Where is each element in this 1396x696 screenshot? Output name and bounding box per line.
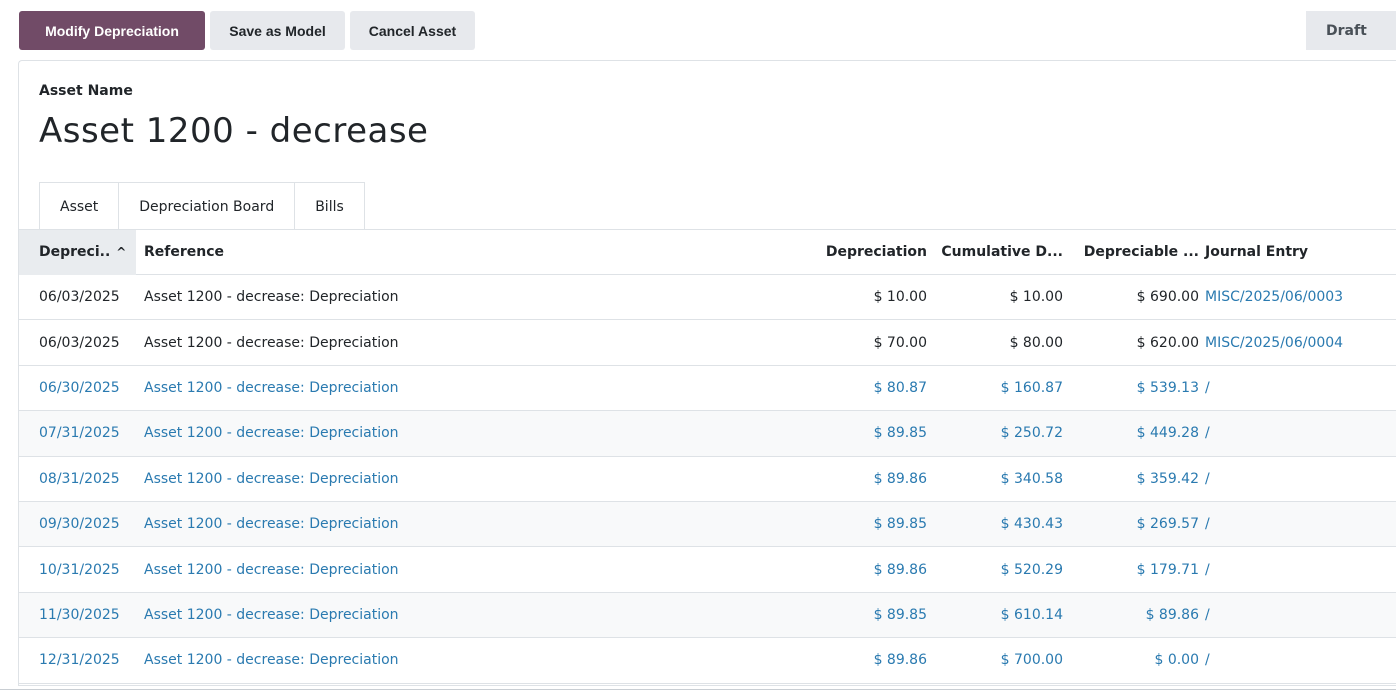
journal-entry-link[interactable]: MISC/2025/06/0004 xyxy=(1199,335,1396,351)
row-depreciation: $ 70.00 xyxy=(873,334,927,351)
table-row[interactable]: 06/30/2025 Asset 1200 - decrease: Deprec… xyxy=(19,366,1396,412)
row-cumulative: $ 430.43 xyxy=(1000,516,1063,533)
table-row[interactable]: 11/30/2025 Asset 1200 - decrease: Deprec… xyxy=(19,592,1396,639)
row-cumulative: $ 80.00 xyxy=(1009,334,1063,351)
row-journal-entry: / xyxy=(1205,516,1210,533)
row-depreciable: $ 539.13 xyxy=(1136,379,1199,396)
row-reference: Asset 1200 - decrease: Depreciation xyxy=(144,652,399,669)
row-journal-entry: / xyxy=(1205,606,1210,623)
table-header: Depreci.. ^ Reference Depreciation Cumul… xyxy=(19,229,1396,275)
row-depreciation: $ 89.85 xyxy=(873,516,927,533)
table-row[interactable]: 09/30/2025 Asset 1200 - decrease: Deprec… xyxy=(19,501,1396,548)
row-cumulative: $ 610.14 xyxy=(1000,606,1063,623)
row-cumulative: $ 700.00 xyxy=(1000,652,1063,669)
row-reference: Asset 1200 - decrease: Depreciation xyxy=(144,425,399,442)
table-row[interactable]: 06/03/2025 Asset 1200 - decrease: Deprec… xyxy=(19,320,1396,366)
column-header-reference[interactable]: Reference xyxy=(136,244,819,260)
asset-name-label: Asset Name xyxy=(39,83,133,99)
row-reference: Asset 1200 - decrease: Depreciation xyxy=(144,516,399,533)
sort-ascending-icon: ^ xyxy=(116,245,127,259)
depreciation-table: Depreci.. ^ Reference Depreciation Cumul… xyxy=(19,229,1396,684)
tab-depreciation-board[interactable]: Depreciation Board xyxy=(118,182,296,230)
bottom-divider xyxy=(0,689,1396,690)
notebook-tabs: Asset Depreciation Board Bills xyxy=(39,182,365,230)
cancel-asset-button[interactable]: Cancel Asset xyxy=(350,11,475,50)
row-date: 10/31/2025 xyxy=(39,561,120,578)
row-journal-entry: / xyxy=(1205,470,1210,487)
row-date: 09/30/2025 xyxy=(39,516,120,533)
row-depreciation: $ 80.87 xyxy=(873,379,927,396)
row-reference: Asset 1200 - decrease: Depreciation xyxy=(144,289,399,306)
table-row[interactable]: 07/31/2025 Asset 1200 - decrease: Deprec… xyxy=(19,411,1396,457)
row-depreciable: $ 269.57 xyxy=(1136,516,1199,533)
tab-bills[interactable]: Bills xyxy=(294,182,365,230)
row-journal-entry: / xyxy=(1205,561,1210,578)
table-row[interactable]: 08/31/2025 Asset 1200 - decrease: Deprec… xyxy=(19,457,1396,502)
row-reference: Asset 1200 - decrease: Depreciation xyxy=(144,561,399,578)
row-cumulative: $ 250.72 xyxy=(1000,425,1063,442)
asset-name-value[interactable]: Asset 1200 - decrease xyxy=(39,111,428,151)
row-reference: Asset 1200 - decrease: Depreciation xyxy=(144,379,399,396)
row-depreciable: $ 89.86 xyxy=(1145,606,1199,623)
row-cumulative: $ 10.00 xyxy=(1009,289,1063,306)
table-row[interactable]: 10/31/2025 Asset 1200 - decrease: Deprec… xyxy=(19,547,1396,593)
row-reference: Asset 1200 - decrease: Depreciation xyxy=(144,606,399,623)
row-date: 06/03/2025 xyxy=(39,289,120,306)
journal-entry-link[interactable]: MISC/2025/06/0003 xyxy=(1199,289,1396,305)
row-journal-entry: / xyxy=(1205,425,1210,442)
row-depreciable: $ 359.42 xyxy=(1136,470,1199,487)
row-depreciable: $ 620.00 xyxy=(1136,334,1199,351)
row-date: 12/31/2025 xyxy=(39,652,120,669)
tab-asset[interactable]: Asset xyxy=(39,182,120,230)
column-header-depreciation[interactable]: Depreciation xyxy=(819,244,929,260)
row-journal-entry: / xyxy=(1205,652,1210,669)
row-depreciation: $ 89.85 xyxy=(873,606,927,623)
row-cumulative: $ 160.87 xyxy=(1000,379,1063,396)
row-reference: Asset 1200 - decrease: Depreciation xyxy=(144,470,399,487)
modify-depreciation-button[interactable]: Modify Depreciation xyxy=(19,11,205,50)
save-as-model-button[interactable]: Save as Model xyxy=(210,11,345,50)
row-date: 08/31/2025 xyxy=(39,470,120,487)
row-depreciable: $ 0.00 xyxy=(1154,652,1199,669)
row-depreciation: $ 89.86 xyxy=(873,470,927,487)
control-panel: Modify Depreciation Save as Model Cancel… xyxy=(0,0,1396,60)
table-row[interactable]: 12/31/2025 Asset 1200 - decrease: Deprec… xyxy=(19,638,1396,684)
row-depreciation: $ 89.86 xyxy=(873,561,927,578)
row-depreciable: $ 179.71 xyxy=(1136,561,1199,578)
row-cumulative: $ 340.58 xyxy=(1000,470,1063,487)
column-header-date[interactable]: Depreci.. ^ xyxy=(19,229,136,275)
row-date: 06/03/2025 xyxy=(39,334,120,351)
column-header-depreciable[interactable]: Depreciable ... xyxy=(1063,244,1199,260)
row-reference: Asset 1200 - decrease: Depreciation xyxy=(144,334,399,351)
row-depreciable: $ 449.28 xyxy=(1136,425,1199,442)
row-depreciation: $ 89.85 xyxy=(873,425,927,442)
row-date: 07/31/2025 xyxy=(39,425,120,442)
row-date: 06/30/2025 xyxy=(39,379,120,396)
form-sheet: Asset Name Asset 1200 - decrease Asset D… xyxy=(18,60,1396,686)
status-draft[interactable]: Draft xyxy=(1306,11,1396,50)
column-header-cumulative[interactable]: Cumulative D... xyxy=(929,244,1063,260)
row-cumulative: $ 520.29 xyxy=(1000,561,1063,578)
table-row[interactable]: 06/03/2025 Asset 1200 - decrease: Deprec… xyxy=(19,275,1396,321)
column-header-journal-entry[interactable]: Journal Entry xyxy=(1199,244,1396,260)
row-depreciation: $ 10.00 xyxy=(873,289,927,306)
row-journal-entry: / xyxy=(1205,379,1210,396)
row-date: 11/30/2025 xyxy=(39,606,120,623)
row-depreciable: $ 690.00 xyxy=(1136,289,1199,306)
row-depreciation: $ 89.86 xyxy=(873,652,927,669)
